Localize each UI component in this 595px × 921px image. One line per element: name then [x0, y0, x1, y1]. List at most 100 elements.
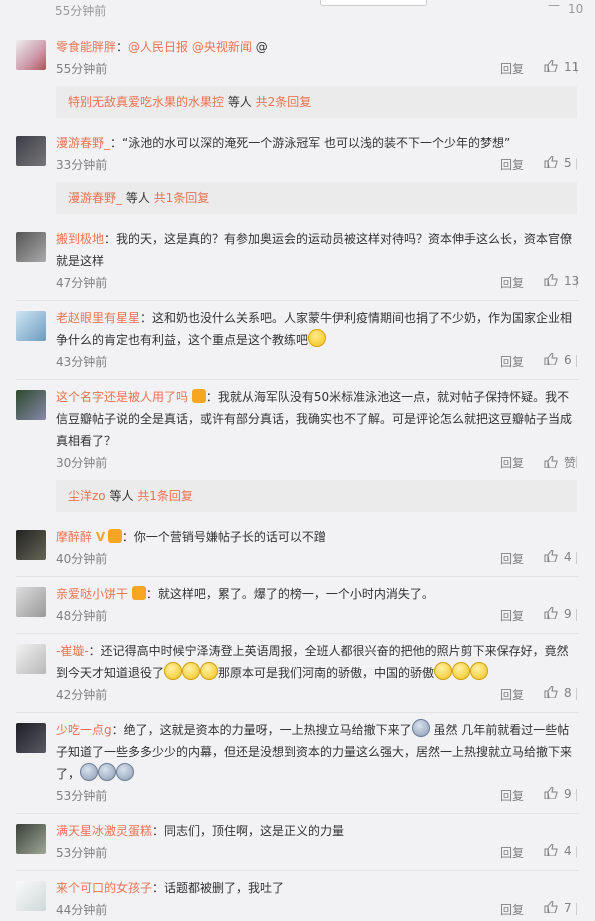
sub-reply-mid: 等人 — [224, 95, 256, 109]
search-icon: ⌕ — [413, 0, 420, 2]
like-button[interactable]: 13 — [544, 274, 579, 288]
comment-username[interactable]: 老赵眼里有星星 — [56, 311, 140, 325]
reply-button[interactable]: 回复 — [500, 607, 524, 624]
reply-button[interactable]: 回复 — [500, 156, 524, 173]
divider — [576, 903, 577, 915]
comment-time: 48分钟前 — [56, 609, 108, 623]
sub-reply-names[interactable]: 特别无敌真爱吃水果的水果控 — [68, 95, 224, 109]
verified-v-icon: V — [95, 530, 106, 544]
like-button[interactable]: 4 — [544, 550, 572, 564]
previous-like-count: 10 — [568, 2, 584, 16]
comment-item: 搬到极地：我的天，这是真的？有参加奥运会的运动员被这样对待吗？资本伸手这么长，资… — [0, 222, 595, 301]
comment-item: 满天星冰激灵蛋糕：同志们，顶住啊，这是正义的力量 53分钟前 回复 4 — [0, 814, 595, 871]
comment-username[interactable]: 少吃一点g — [56, 723, 112, 737]
comment-username[interactable]: 漫游春野_ — [56, 136, 110, 150]
comment-time: 47分钟前 — [56, 276, 108, 290]
comment-username[interactable]: 零食能胖胖 — [56, 40, 116, 54]
reply-button[interactable]: 回复 — [500, 274, 524, 291]
avatar[interactable] — [16, 881, 46, 911]
comment-item: 来个可口的女孩子：话题都被删了，我吐了 44分钟前 回复 7 — [0, 871, 595, 921]
like-button[interactable]: 8 — [544, 686, 572, 700]
sub-reply-mid: 等人 — [105, 489, 138, 503]
cry-emoji-icon — [434, 662, 453, 680]
like-button[interactable]: 4 — [544, 844, 572, 858]
comment-username[interactable]: 亲爱哒小饼干 — [56, 587, 128, 601]
sub-reply-count[interactable]: 共2条回复 — [256, 95, 312, 109]
avatar[interactable] — [16, 723, 46, 753]
reply-button[interactable]: 回复 — [500, 550, 524, 567]
divider — [576, 688, 577, 700]
comment-time: 33分钟前 — [56, 158, 108, 172]
like-button[interactable]: 11 — [544, 60, 579, 74]
avatar[interactable] — [16, 232, 46, 262]
search-box[interactable]: ⌕ — [320, 0, 427, 6]
divider — [576, 355, 577, 367]
like-button[interactable]: 9 — [544, 787, 572, 801]
avatar[interactable] — [16, 644, 46, 674]
like-count: 11 — [564, 60, 580, 74]
like-count: 4 — [564, 550, 572, 564]
badge-icon — [131, 586, 146, 600]
menu-dash-icon[interactable]: — — [548, 0, 560, 12]
comment-item: 少吃一点g：绝了，这就是资本的力量呀，一上热搜立马给撤下来了 虽然 几年前就看过… — [0, 713, 595, 814]
comment-meta: 53分钟前 回复 9 — [56, 785, 595, 807]
reply-button[interactable]: 回复 — [500, 353, 524, 370]
comment-text: 那原本可是我们河南的骄傲，中国的骄傲 — [218, 666, 435, 680]
like-button[interactable]: 赞 — [544, 454, 576, 471]
comment-meta: 55分钟前 回复 11 — [56, 58, 595, 80]
mention-link[interactable]: @人民日报 — [128, 40, 188, 54]
like-button[interactable]: 5 — [544, 156, 572, 170]
cry-emoji-icon — [200, 662, 219, 680]
comment-time: 42分钟前 — [56, 688, 108, 702]
like-button[interactable]: 9 — [544, 607, 572, 621]
like-count: 9 — [564, 787, 572, 801]
like-button[interactable]: 6 — [544, 353, 572, 367]
cry-emoji-icon — [182, 662, 201, 680]
avatar[interactable] — [16, 40, 46, 70]
comment-text: ：就这样吧，累了。爆了的榜一，一个小时内消失了。 — [145, 587, 434, 601]
avatar[interactable] — [16, 587, 46, 617]
divider — [576, 552, 577, 564]
avatar[interactable] — [16, 390, 46, 420]
comment-meta: 48分钟前 回复 9 — [56, 605, 595, 627]
avatar[interactable] — [16, 530, 46, 560]
sub-reply-names[interactable]: 漫游春野_ — [68, 191, 122, 205]
comment-username[interactable]: 来个可口的女孩子 — [56, 881, 152, 895]
thumbs-up-icon — [544, 456, 558, 468]
sub-reply-count[interactable]: 共1条回复 — [137, 489, 193, 503]
like-count: 5 — [564, 156, 572, 170]
comment-username[interactable]: 摩醉醉 — [56, 530, 92, 544]
comment-username[interactable]: 搬到极地 — [56, 232, 104, 246]
avatar[interactable] — [16, 311, 46, 341]
comment-meta: 53分钟前 回复 4 — [56, 842, 595, 864]
shocked-emoji-icon — [116, 763, 135, 781]
reply-button[interactable]: 回复 — [500, 686, 524, 703]
comment-item: 零食能胖胖：@人民日报 @央视新闻 @ 55分钟前 回复 11 特别无敌真爱吃水… — [0, 30, 595, 126]
divider — [576, 158, 577, 170]
comment-username[interactable]: 这个名字还是被人用了吗 — [56, 390, 188, 404]
thumbs-up-icon — [544, 686, 558, 698]
comment-item: 亲爱哒小饼干 ：就这样吧，累了。爆了的榜一，一个小时内消失了。 48分钟前 回复… — [0, 577, 595, 634]
sub-reply-summary[interactable]: 漫游春野_ 等人 共1条回复 — [56, 182, 577, 214]
sub-reply-names[interactable]: 尘洋zo — [68, 489, 106, 503]
reply-button[interactable]: 回复 — [500, 844, 524, 861]
reply-button[interactable]: 回复 — [500, 60, 524, 77]
avatar[interactable] — [16, 136, 46, 166]
sub-reply-count[interactable]: 共1条回复 — [154, 191, 210, 205]
avatar[interactable] — [16, 824, 46, 854]
comment-username[interactable]: -崔璇- — [56, 644, 89, 658]
reply-button[interactable]: 回复 — [500, 787, 524, 804]
reply-button[interactable]: 回复 — [500, 454, 524, 471]
divider — [576, 609, 577, 621]
comment-time: 40分钟前 — [56, 552, 108, 566]
thumbs-up-icon — [544, 844, 558, 856]
comment-username[interactable]: 满天星冰激灵蛋糕 — [56, 824, 152, 838]
mention-link[interactable]: @央视新闻 — [192, 40, 252, 54]
comment-text: ：你一个营销号嫌帖子长的话可以不蹭 — [121, 530, 326, 544]
comment-text: ：话题都被删了，我吐了 — [152, 881, 285, 895]
sub-reply-summary[interactable]: 特别无敌真爱吃水果的水果控 等人 共2条回复 — [56, 86, 577, 118]
sub-reply-summary[interactable]: 尘洋zo 等人 共1条回复 — [56, 480, 577, 512]
comment-time: 30分钟前 — [56, 456, 108, 470]
like-count: 9 — [564, 607, 572, 621]
like-button[interactable]: 7 — [544, 901, 572, 915]
